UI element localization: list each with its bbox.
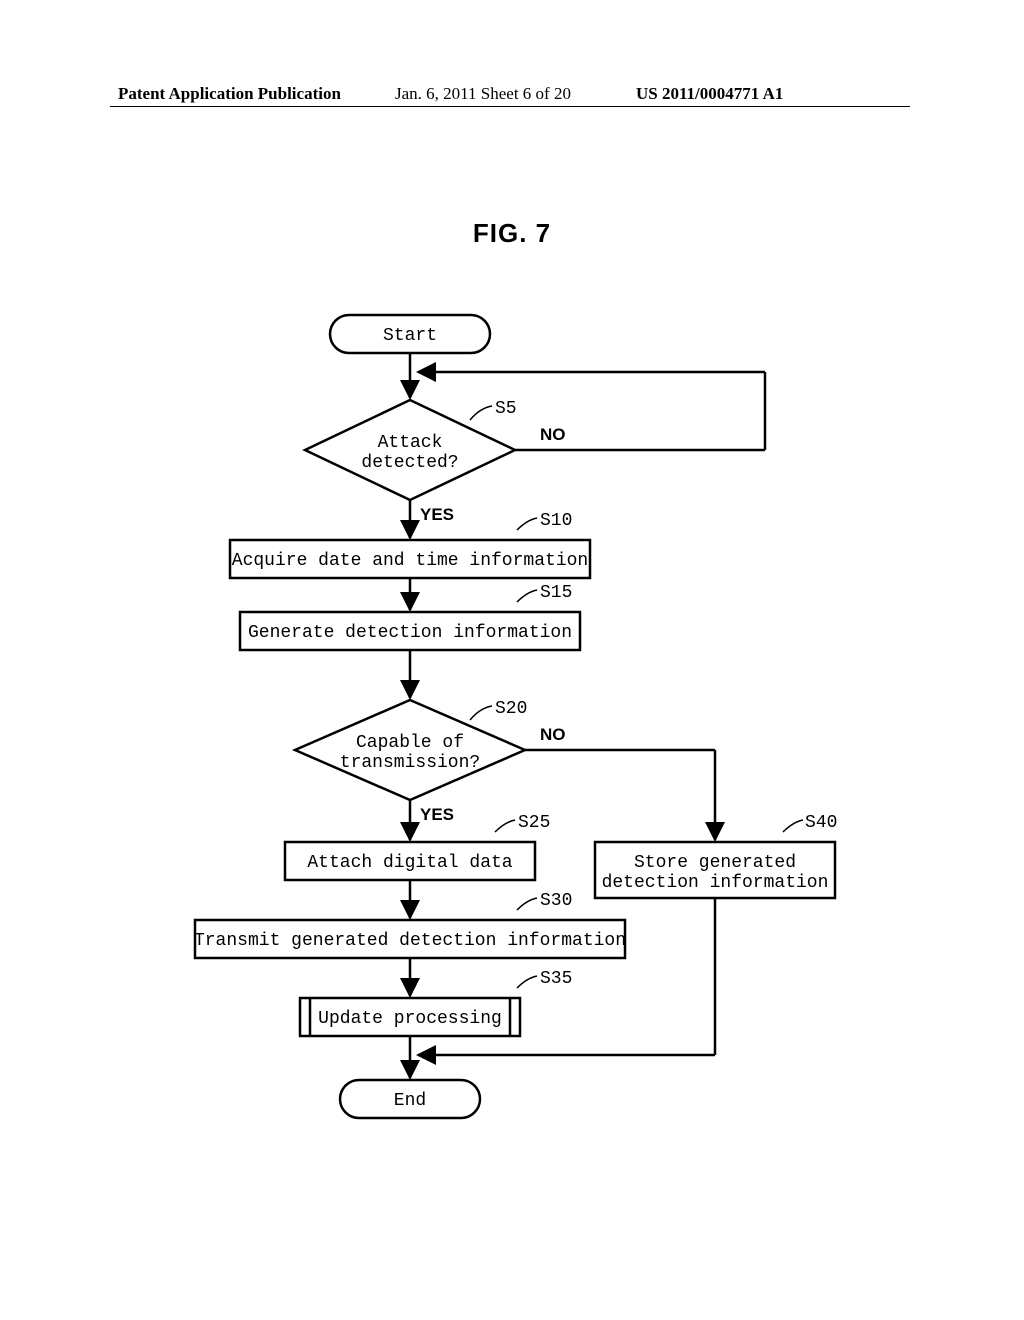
process-s25: Attach digital data [285, 842, 535, 880]
svg-text:Attack: Attack [378, 433, 443, 453]
svg-text:detected?: detected? [361, 453, 458, 473]
svg-text:Acquire date and time informat: Acquire date and time information [232, 551, 588, 571]
label-s40: S40 [805, 813, 837, 833]
svg-text:transmission?: transmission? [340, 753, 480, 773]
process-s10: Acquire date and time information [230, 540, 590, 578]
process-s30: Transmit generated detection information [194, 920, 626, 958]
svg-text:End: End [394, 1091, 426, 1111]
svg-text:Capable of: Capable of [356, 733, 464, 753]
flowchart: Start Attack detected? S5 YES NO Acquire… [135, 310, 895, 1140]
svg-text:Attach digital data: Attach digital data [307, 853, 512, 873]
branch-no-2: NO [540, 725, 566, 744]
svg-text:detection information: detection information [602, 873, 829, 893]
header-mid: Jan. 6, 2011 Sheet 6 of 20 [395, 84, 571, 104]
label-s25: S25 [518, 813, 550, 833]
process-s35: Update processing [300, 998, 520, 1036]
process-s15: Generate detection information [240, 612, 580, 650]
label-s20: S20 [495, 699, 527, 719]
header-rule [110, 106, 910, 107]
branch-yes-1: YES [420, 505, 454, 524]
decision-attack-detected: Attack detected? [305, 400, 515, 500]
figure-title: FIG. 7 [0, 218, 1024, 249]
branch-yes-2: YES [420, 805, 454, 824]
svg-text:Update processing: Update processing [318, 1009, 502, 1029]
decision-capable-transmission: Capable of transmission? [295, 700, 525, 800]
svg-text:Generate detection information: Generate detection information [248, 623, 572, 643]
label-s5: S5 [495, 399, 517, 419]
label-s30: S30 [540, 891, 572, 911]
label-s15: S15 [540, 583, 572, 603]
branch-no-1: NO [540, 425, 566, 444]
header-left: Patent Application Publication [118, 84, 341, 104]
label-s10: S10 [540, 511, 572, 531]
process-s40: Store generated detection information [595, 842, 835, 898]
label-s35: S35 [540, 969, 572, 989]
end-node: End [340, 1080, 480, 1118]
svg-text:Transmit generated detection i: Transmit generated detection information [194, 931, 626, 951]
header-right: US 2011/0004771 A1 [636, 84, 783, 104]
start-node: Start [330, 315, 490, 353]
svg-text:Store generated: Store generated [634, 853, 796, 873]
svg-text:Start: Start [383, 326, 437, 346]
